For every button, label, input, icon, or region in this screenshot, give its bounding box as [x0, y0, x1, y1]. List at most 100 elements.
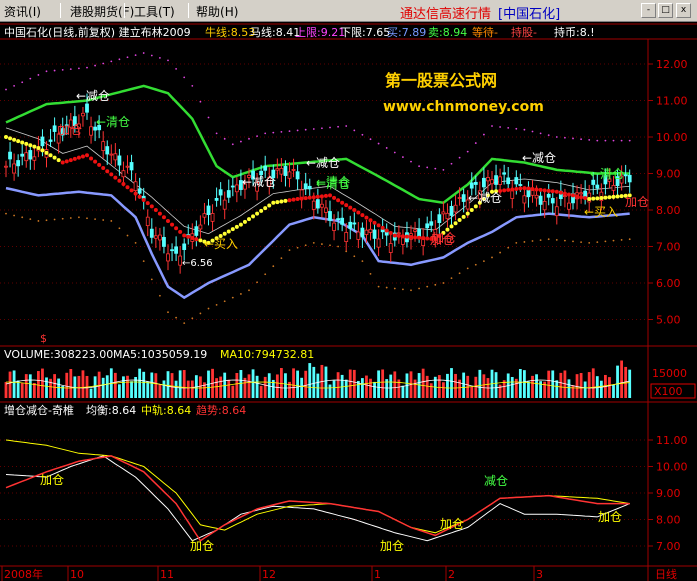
volume-bar	[328, 384, 332, 398]
trend-dot	[542, 188, 547, 193]
upper-band-dot	[191, 85, 194, 87]
candle-body	[174, 246, 179, 254]
candle-body	[137, 188, 142, 194]
lower-band-dot	[175, 316, 178, 319]
volume-bar	[4, 382, 8, 398]
maximize-icon[interactable]: □	[658, 3, 673, 18]
signal-annotation: ←6.56	[182, 258, 213, 269]
volume-bar	[332, 380, 336, 398]
candle-body	[473, 181, 478, 185]
volume-bar	[462, 372, 466, 398]
trend-dot	[157, 211, 162, 216]
candle-body	[129, 162, 134, 171]
candle-body	[105, 146, 110, 155]
lower-band-dot	[531, 240, 534, 242]
lower-band-dot	[507, 246, 510, 249]
signal-annotation: ←清仓	[316, 177, 350, 191]
trend-dot	[125, 185, 130, 190]
upper-band-dot	[620, 139, 623, 142]
volume-bar	[142, 371, 146, 398]
volume-bar	[284, 373, 287, 398]
candle-body	[413, 229, 417, 232]
signal-annotation: ←减仓	[76, 89, 110, 103]
lower-band-dot	[215, 304, 218, 306]
trend-dot	[44, 150, 49, 155]
volume-bar	[32, 382, 36, 398]
menu-item-tools[interactable]: 工具(T)	[134, 3, 175, 20]
volume-bar	[231, 385, 235, 398]
candle-body	[376, 238, 381, 248]
upper-band-dot	[61, 68, 64, 71]
trend-dot	[24, 141, 29, 146]
trend-dot	[259, 208, 264, 213]
trend-dot	[595, 196, 600, 201]
stock-chart[interactable]: 中国石化(日线,前复权) 建立布林2009 牛线:8.53马线:8.41上限:9…	[0, 22, 697, 581]
lower-band-dot	[393, 287, 396, 290]
trend-dot	[319, 194, 324, 199]
trend-dot	[558, 190, 563, 195]
lower-band-dot	[21, 216, 24, 219]
upper-band-dot	[264, 132, 267, 135]
trend-dot	[356, 210, 361, 215]
menu-item-help[interactable]: 帮助(H)	[196, 3, 238, 20]
trend-dot	[340, 200, 345, 205]
price-axis-label: 11.00	[656, 95, 688, 108]
lower-band-dot	[620, 239, 623, 241]
candle-body	[279, 168, 284, 175]
volume-bar	[308, 363, 312, 398]
lower-band-dot	[167, 311, 169, 314]
trend-dot	[68, 158, 73, 163]
volume-bar	[620, 360, 623, 398]
trend-dot	[40, 148, 45, 153]
lower-band-dot	[288, 249, 291, 252]
candle-body	[311, 200, 316, 210]
candle-body	[157, 234, 162, 241]
candle-body	[113, 153, 118, 161]
upper-band-dot	[159, 57, 161, 59]
candle-body	[396, 232, 401, 235]
trend-dot	[332, 195, 337, 200]
lower-band-dot	[110, 220, 113, 222]
trend-dot	[230, 227, 235, 232]
indicator-header-value: 均衡:8.64	[86, 404, 136, 417]
trend-dot	[421, 236, 426, 241]
watermark-title: 第一股票公式网	[385, 71, 497, 90]
volume-bar	[146, 381, 150, 398]
indicator-axis-label: 11.00	[656, 434, 688, 447]
upper-band-dot	[248, 137, 250, 140]
candle-body	[348, 221, 353, 229]
candle-body	[206, 205, 211, 216]
candle-body	[210, 212, 215, 222]
candle-body	[121, 170, 126, 178]
upper-band-dot	[13, 85, 16, 87]
indicator-header-value: 趋势:8.64	[196, 404, 246, 417]
lower-band-dot	[69, 217, 72, 219]
time-axis-label: 2	[448, 568, 455, 581]
volume-bar	[324, 366, 328, 398]
lower-band-dot	[515, 241, 518, 244]
upper-band-dot	[110, 60, 113, 63]
lower-band-dot	[474, 263, 477, 266]
signal-annotation: ←清仓	[96, 115, 130, 129]
volume-bar	[591, 368, 595, 398]
minimize-icon[interactable]: -	[641, 3, 656, 18]
upper-band-dot	[231, 143, 234, 146]
lower-band-dot	[628, 238, 631, 241]
candle-body	[417, 228, 422, 238]
volume-bar	[300, 377, 304, 398]
indicator-axis-label: 8.00	[656, 514, 681, 527]
menu-item-info[interactable]: 资讯(I)	[4, 3, 41, 20]
close-icon[interactable]: x	[676, 3, 691, 18]
volume-bar	[215, 378, 218, 398]
lower-band-dot	[442, 282, 445, 284]
indicator-axis-label: 9.00	[656, 487, 681, 500]
upper-band-dot	[596, 139, 599, 142]
upper-band-dot	[86, 66, 88, 69]
volume-bar	[373, 381, 376, 398]
volume-axis-label: 15000	[652, 367, 687, 380]
volume-bar	[8, 371, 12, 398]
lower-band-dot	[150, 278, 153, 281]
menu-separator	[124, 3, 125, 18]
upper-band-dot	[5, 88, 7, 91]
candle-body	[12, 163, 17, 174]
